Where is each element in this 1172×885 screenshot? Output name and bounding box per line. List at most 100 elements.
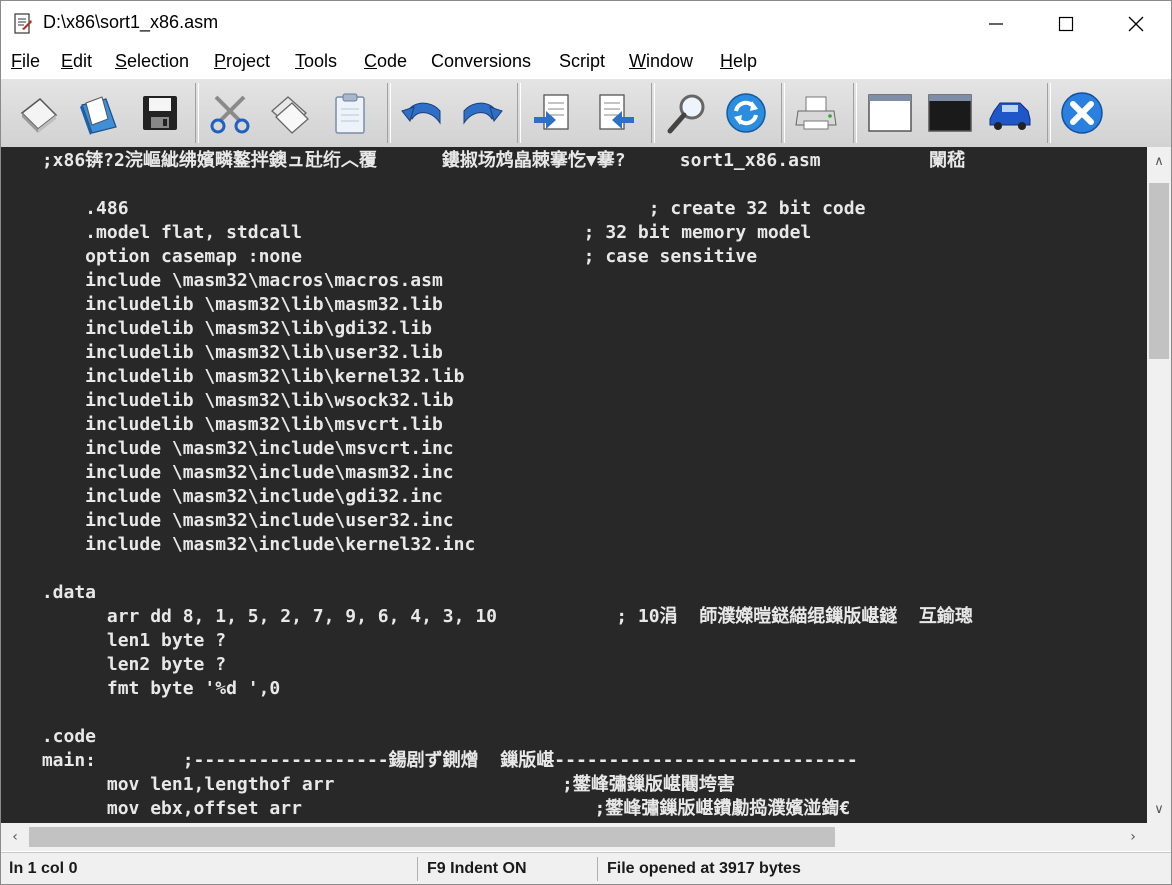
status-divider [597, 857, 598, 881]
close-icon [1128, 16, 1144, 32]
cut-button[interactable] [203, 87, 257, 139]
cursor-position: ln 1 col 0 [9, 860, 78, 877]
export-icon [599, 94, 634, 130]
paste-icon [335, 93, 365, 134]
app-icon [14, 13, 32, 34]
code-line[interactable]: include \masm32\include\gdi32.inc [31, 485, 973, 509]
menu-file[interactable]: File [11, 51, 40, 72]
undo-icon [401, 102, 441, 125]
menu-edit[interactable]: Edit [61, 51, 92, 72]
code-line[interactable]: arr dd 8, 1, 5, 2, 7, 9, 6, 4, 3, 10 ; 1… [31, 605, 973, 629]
code-line[interactable]: include \masm32\macros\macros.asm [31, 269, 973, 293]
vertical-scrollbar[interactable]: ∧ ∨ [1147, 147, 1171, 823]
code-line[interactable]: len2 byte ? [31, 653, 973, 677]
menu-project[interactable]: Project [214, 51, 270, 72]
menu-help[interactable]: Help [720, 51, 757, 72]
exit-button[interactable] [1055, 87, 1109, 139]
new-file-icon [20, 98, 58, 133]
minimize-button[interactable] [961, 1, 1031, 47]
toolbar-separator [853, 83, 857, 143]
undo-button[interactable] [395, 87, 449, 139]
save-button[interactable] [133, 87, 187, 139]
scroll-up-button[interactable]: ∧ [1147, 147, 1171, 175]
close-button[interactable] [1101, 1, 1171, 47]
code-line[interactable]: includelib \masm32\lib\gdi32.lib [31, 317, 973, 341]
import-icon [534, 94, 569, 130]
chevron-left-icon: ‹ [12, 829, 18, 845]
code-line[interactable]: includelib \masm32\lib\masm32.lib [31, 293, 973, 317]
code-text[interactable]: ;x86锛?2浣嶇紪绋嬪疄鐜拌鐭ュ瓧绗︿覆 鏤掓场鸩皛棘搴忔▼搴? sort1_… [31, 149, 973, 821]
toolbar-separator [651, 83, 655, 143]
vertical-scroll-thumb[interactable] [1149, 183, 1169, 359]
window-button[interactable] [863, 87, 917, 139]
open-file-button[interactable] [73, 87, 127, 139]
code-line[interactable]: mov ebx,offset arr ;鐢峰彇鏁版嵁鐨勮捣濮嬪湴鍧€ [31, 797, 973, 821]
run-button[interactable] [983, 87, 1037, 139]
menu-code[interactable]: Code [364, 51, 407, 72]
copy-button[interactable] [263, 87, 317, 139]
redo-button[interactable] [455, 87, 509, 139]
code-line[interactable]: mov len1,lengthof arr ;鐢峰彇鏁版嵁闀垮害 [31, 773, 973, 797]
code-editor[interactable]: ;x86锛?2浣嶇紪绋嬪疄鐜拌鐭ュ瓧绗︿覆 鏤掓场鸩皛棘搴忔▼搴? sort1_… [1, 147, 1147, 823]
code-line[interactable]: includelib \masm32\lib\wsock32.lib [31, 389, 973, 413]
run-icon [989, 102, 1031, 130]
code-line[interactable]: include \masm32\include\user32.inc [31, 509, 973, 533]
application-window: D:\x86\sort1_x86.asm File Edit Selection… [0, 0, 1172, 885]
indent-status: F9 Indent ON [427, 860, 527, 877]
window-icon [868, 94, 912, 132]
code-line[interactable]: len1 byte ? [31, 629, 973, 653]
scroll-right-button[interactable]: › [1119, 823, 1147, 851]
console-button[interactable] [923, 87, 977, 139]
code-line[interactable]: include \masm32\include\masm32.inc [31, 461, 973, 485]
menu-conversions[interactable]: Conversions [431, 51, 531, 72]
toolbar-separator [1047, 83, 1051, 143]
menu-selection[interactable]: Selection [115, 51, 189, 72]
code-line[interactable] [31, 701, 973, 725]
print-button[interactable] [789, 87, 843, 139]
code-line[interactable]: include \masm32\include\kernel32.inc [31, 533, 973, 557]
export-button[interactable] [589, 87, 643, 139]
chevron-right-icon: › [1130, 829, 1136, 845]
horizontal-scrollbar[interactable]: ‹ › [1, 823, 1147, 851]
cut-icon [210, 95, 250, 134]
code-line[interactable]: includelib \masm32\lib\msvcrt.lib [31, 413, 973, 437]
code-line[interactable]: option casemap :none ; case sensitive [31, 245, 973, 269]
code-line[interactable]: includelib \masm32\lib\user32.lib [31, 341, 973, 365]
code-line[interactable]: include \masm32\include\msvcrt.inc [31, 437, 973, 461]
menu-tools[interactable]: Tools [295, 51, 337, 72]
scrollbar-corner [1147, 823, 1171, 851]
code-line[interactable]: fmt byte '%d ',0 [31, 677, 973, 701]
scroll-down-button[interactable]: ∨ [1147, 795, 1171, 823]
menu-bar: File Edit Selection Project Tools Code C… [1, 47, 1171, 77]
code-line[interactable]: ;x86锛?2浣嶇紪绋嬪疄鐜拌鐭ュ瓧绗︿覆 鏤掓场鸩皛棘搴忔▼搴? sort1_… [31, 149, 973, 173]
import-button[interactable] [525, 87, 579, 139]
code-line[interactable]: .code [31, 725, 973, 749]
print-icon [795, 96, 837, 130]
refresh-icon [726, 93, 766, 133]
new-file-button[interactable] [11, 87, 65, 139]
console-icon [928, 94, 972, 132]
code-line[interactable]: .data [31, 581, 973, 605]
code-line[interactable] [31, 173, 973, 197]
code-line[interactable]: includelib \masm32\lib\kernel32.lib [31, 365, 973, 389]
status-bar: ln 1 col 0 F9 Indent ON File opened at 3… [1, 852, 1171, 884]
window-title: D:\x86\sort1_x86.asm [43, 12, 219, 32]
menu-window[interactable]: Window [629, 51, 693, 72]
chevron-up-icon: ∧ [1154, 153, 1164, 169]
redo-icon [463, 102, 503, 125]
horizontal-scroll-thumb[interactable] [29, 827, 835, 847]
title-bar[interactable]: D:\x86\sort1_x86.asm [1, 1, 1171, 47]
refresh-button[interactable] [719, 87, 773, 139]
toolbar-separator [387, 83, 391, 143]
paste-button[interactable] [323, 87, 377, 139]
find-button[interactable] [659, 87, 713, 139]
scroll-left-button[interactable]: ‹ [1, 823, 29, 851]
maximize-button[interactable] [1031, 1, 1101, 47]
code-line[interactable]: .model flat, stdcall ; 32 bit memory mod… [31, 221, 973, 245]
toolbar-separator [517, 83, 521, 143]
code-line[interactable]: .486 ; create 32 bit code [31, 197, 973, 221]
minimize-icon [989, 23, 1003, 25]
code-line[interactable] [31, 557, 973, 581]
code-line[interactable]: main: ;------------------鍚剧ず鍘熷 鏁版嵁------… [31, 749, 973, 773]
menu-script[interactable]: Script [559, 51, 605, 72]
